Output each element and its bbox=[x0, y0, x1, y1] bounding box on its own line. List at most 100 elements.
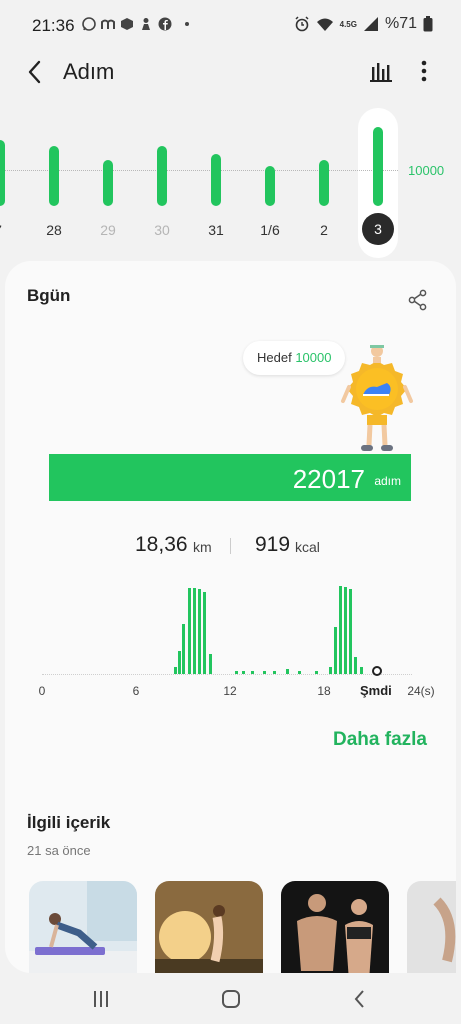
hour-label: 18 bbox=[317, 684, 331, 698]
related-thumbnail[interactable] bbox=[29, 881, 137, 973]
day-bar[interactable] bbox=[211, 154, 221, 206]
related-thumbnail[interactable] bbox=[155, 881, 263, 973]
goal-label: Hedef bbox=[257, 350, 292, 365]
hourly-bar bbox=[188, 588, 191, 674]
page-title: Adım bbox=[63, 59, 115, 84]
day-bar[interactable] bbox=[103, 160, 113, 206]
hourly-bar bbox=[286, 669, 289, 674]
hourly-bar bbox=[198, 589, 201, 674]
hourly-bar bbox=[273, 671, 276, 674]
related-thumbnail[interactable] bbox=[281, 881, 389, 973]
hourly-bar bbox=[242, 671, 245, 674]
day-label[interactable]: 31 bbox=[199, 222, 233, 238]
back-arrow-icon[interactable] bbox=[22, 58, 50, 86]
steps-progress-bar: 22017 adım bbox=[49, 454, 411, 501]
hourly-bar bbox=[329, 667, 332, 674]
m-app-icon bbox=[101, 19, 115, 29]
trophy-mascot-icon bbox=[341, 345, 413, 451]
hourly-bar bbox=[315, 671, 318, 674]
hour-label: 6 bbox=[132, 684, 140, 698]
back-nav-icon[interactable] bbox=[348, 987, 372, 1011]
today-title: Bgün bbox=[27, 286, 71, 305]
hourly-baseline bbox=[42, 674, 412, 675]
related-thumbnail[interactable] bbox=[407, 881, 456, 973]
battery-percent: %71 bbox=[384, 15, 417, 32]
status-bar: 21:36 4.5G %71 bbox=[0, 0, 461, 52]
now-marker bbox=[372, 666, 382, 676]
alarm-icon bbox=[295, 16, 309, 32]
hourly-bar bbox=[344, 587, 347, 674]
hourly-bar bbox=[263, 671, 266, 674]
facebook-icon bbox=[158, 17, 172, 31]
hourly-bar bbox=[251, 671, 254, 674]
hour-label-end: 24(s) bbox=[407, 684, 435, 698]
now-label: Şmdi bbox=[360, 683, 392, 698]
system-nav-bar bbox=[0, 973, 461, 1024]
notification-icons bbox=[82, 17, 189, 31]
day-bar[interactable] bbox=[49, 146, 59, 206]
recent-apps-icon[interactable] bbox=[89, 987, 113, 1011]
goal-line bbox=[0, 170, 398, 171]
day-bar[interactable] bbox=[319, 160, 329, 206]
distance-value: 18,36 bbox=[135, 533, 188, 556]
network-type: 4.5G bbox=[339, 19, 357, 29]
wifi-icon bbox=[316, 18, 333, 31]
app-header: Adım bbox=[0, 52, 461, 92]
today-card: Bgün Hedef 10000 22017 adım 18,36 km 919… bbox=[5, 261, 456, 973]
hourly-bar bbox=[360, 667, 363, 674]
hourly-bar bbox=[174, 667, 177, 674]
day-bar[interactable] bbox=[265, 166, 275, 206]
battery-icon bbox=[423, 16, 433, 32]
more-link[interactable]: Daha fazla bbox=[333, 729, 427, 751]
hourly-bar bbox=[203, 592, 206, 674]
share-icon[interactable] bbox=[407, 289, 429, 311]
related-time: 21 sa önce bbox=[27, 843, 91, 858]
goal-line-label: 10000 bbox=[408, 163, 445, 178]
day-label[interactable]: 28 bbox=[37, 222, 71, 238]
stats-divider bbox=[230, 538, 231, 554]
hourly-bar bbox=[339, 586, 342, 674]
box-icon bbox=[121, 18, 133, 30]
hourly-bar bbox=[193, 588, 196, 674]
hourly-bar bbox=[178, 651, 181, 674]
related-content-list bbox=[29, 881, 456, 973]
related-title: İlgili içerik bbox=[27, 813, 111, 832]
day-label[interactable]: 1/6 bbox=[253, 222, 287, 238]
hourly-steps-chart: 0 6 12 18 Şmdi 24(s) bbox=[5, 581, 456, 701]
hour-label: 0 bbox=[38, 684, 46, 698]
weekly-steps-strip: 10000 7 28 29 30 31 1/6 2 3 bbox=[0, 100, 461, 260]
hourly-bar bbox=[298, 671, 301, 674]
day-bar[interactable] bbox=[157, 146, 167, 206]
hour-label: 12 bbox=[223, 684, 237, 698]
bar-chart-icon[interactable] bbox=[368, 58, 394, 84]
person-icon bbox=[142, 18, 150, 30]
distance-unit: km bbox=[193, 539, 212, 555]
day-label[interactable]: 30 bbox=[145, 222, 179, 238]
home-icon[interactable] bbox=[219, 987, 243, 1011]
steps-unit: adım bbox=[374, 474, 401, 488]
calories-value: 919 bbox=[255, 533, 291, 556]
signal-icon bbox=[363, 17, 378, 31]
day-label[interactable]: 2 bbox=[307, 222, 341, 238]
goal-value: 10000 bbox=[295, 350, 332, 365]
day-bar[interactable] bbox=[0, 140, 5, 206]
selected-day-bar[interactable] bbox=[373, 127, 383, 206]
stats-row: 18,36 km 919 kcal bbox=[5, 533, 456, 563]
more-notifications-dot bbox=[185, 22, 189, 26]
day-label[interactable]: 7 bbox=[0, 222, 15, 238]
hourly-bar bbox=[235, 671, 238, 674]
selected-day-label[interactable]: 3 bbox=[362, 213, 394, 245]
hourly-bar bbox=[349, 589, 352, 674]
goal-bubble: Hedef 10000 bbox=[243, 341, 346, 375]
hourly-bar bbox=[209, 654, 212, 674]
hourly-bar bbox=[182, 624, 185, 674]
steps-count: 22017 bbox=[292, 464, 365, 494]
system-icons: 4.5G %71 bbox=[294, 15, 433, 33]
hourly-bar bbox=[334, 627, 337, 674]
whatsapp-icon bbox=[82, 17, 96, 31]
status-time: 21:36 bbox=[32, 16, 75, 35]
calories-unit: kcal bbox=[295, 539, 320, 555]
more-options-icon[interactable] bbox=[414, 58, 434, 84]
hourly-bar bbox=[354, 657, 357, 674]
day-label[interactable]: 29 bbox=[91, 222, 125, 238]
